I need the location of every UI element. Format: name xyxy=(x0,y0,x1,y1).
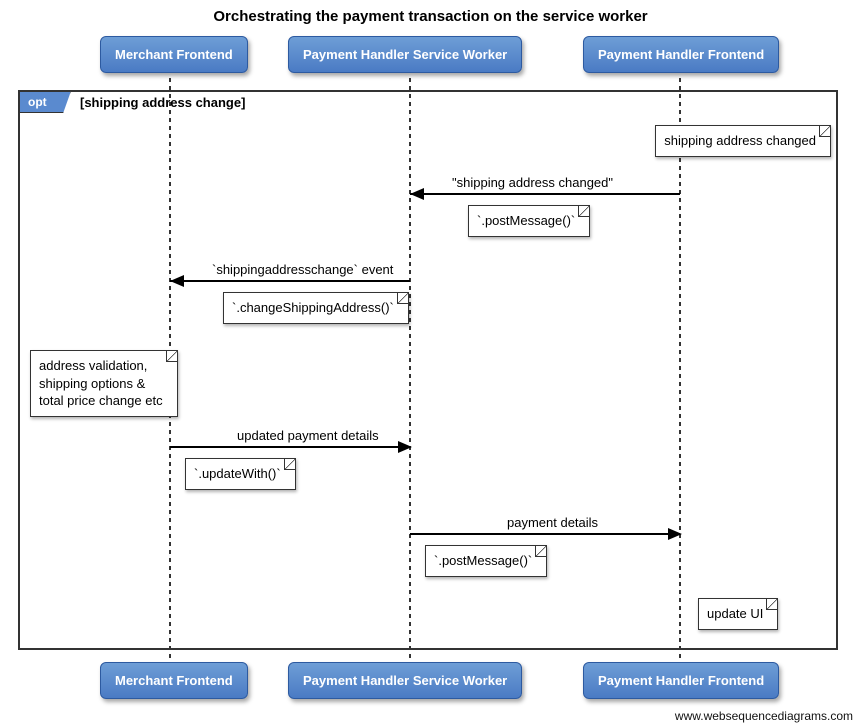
msg2-note: `.changeShippingAddress()` xyxy=(223,292,409,324)
note-shipping-address-changed: shipping address changed xyxy=(655,125,831,157)
msg3-note: `.updateWith()` xyxy=(185,458,296,490)
msg3-label: updated payment details xyxy=(235,428,381,443)
msg2-line xyxy=(170,280,410,282)
msg4-arrow xyxy=(668,528,682,540)
participant-sw-top: Payment Handler Service Worker xyxy=(288,36,522,73)
msg3-line xyxy=(170,446,410,448)
msg2-label: `shippingaddresschange` event xyxy=(210,262,395,277)
msg2-arrow xyxy=(170,275,184,287)
participant-frontend-top: Payment Handler Frontend xyxy=(583,36,779,73)
msg1-note: `.postMessage()` xyxy=(468,205,590,237)
diagram-title: Orchestrating the payment transaction on… xyxy=(0,0,861,25)
participant-merchant-top: Merchant Frontend xyxy=(100,36,248,73)
msg1-label: "shipping address changed" xyxy=(450,175,615,190)
opt-frame-guard: [shipping address change] xyxy=(80,95,245,110)
note-update-ui: update UI xyxy=(698,598,778,630)
msg4-label: payment details xyxy=(505,515,600,530)
watermark: www.websequencediagrams.com xyxy=(675,709,853,723)
msg1-line xyxy=(410,193,680,195)
opt-frame-tag: opt xyxy=(19,91,71,113)
note-validation: address validation, shipping options & t… xyxy=(30,350,178,417)
participant-sw-bottom: Payment Handler Service Worker xyxy=(288,662,522,699)
participant-frontend-bottom: Payment Handler Frontend xyxy=(583,662,779,699)
msg1-arrow xyxy=(410,188,424,200)
participant-merchant-bottom: Merchant Frontend xyxy=(100,662,248,699)
msg4-note: `.postMessage()` xyxy=(425,545,547,577)
msg3-arrow xyxy=(398,441,412,453)
msg4-line xyxy=(410,533,680,535)
